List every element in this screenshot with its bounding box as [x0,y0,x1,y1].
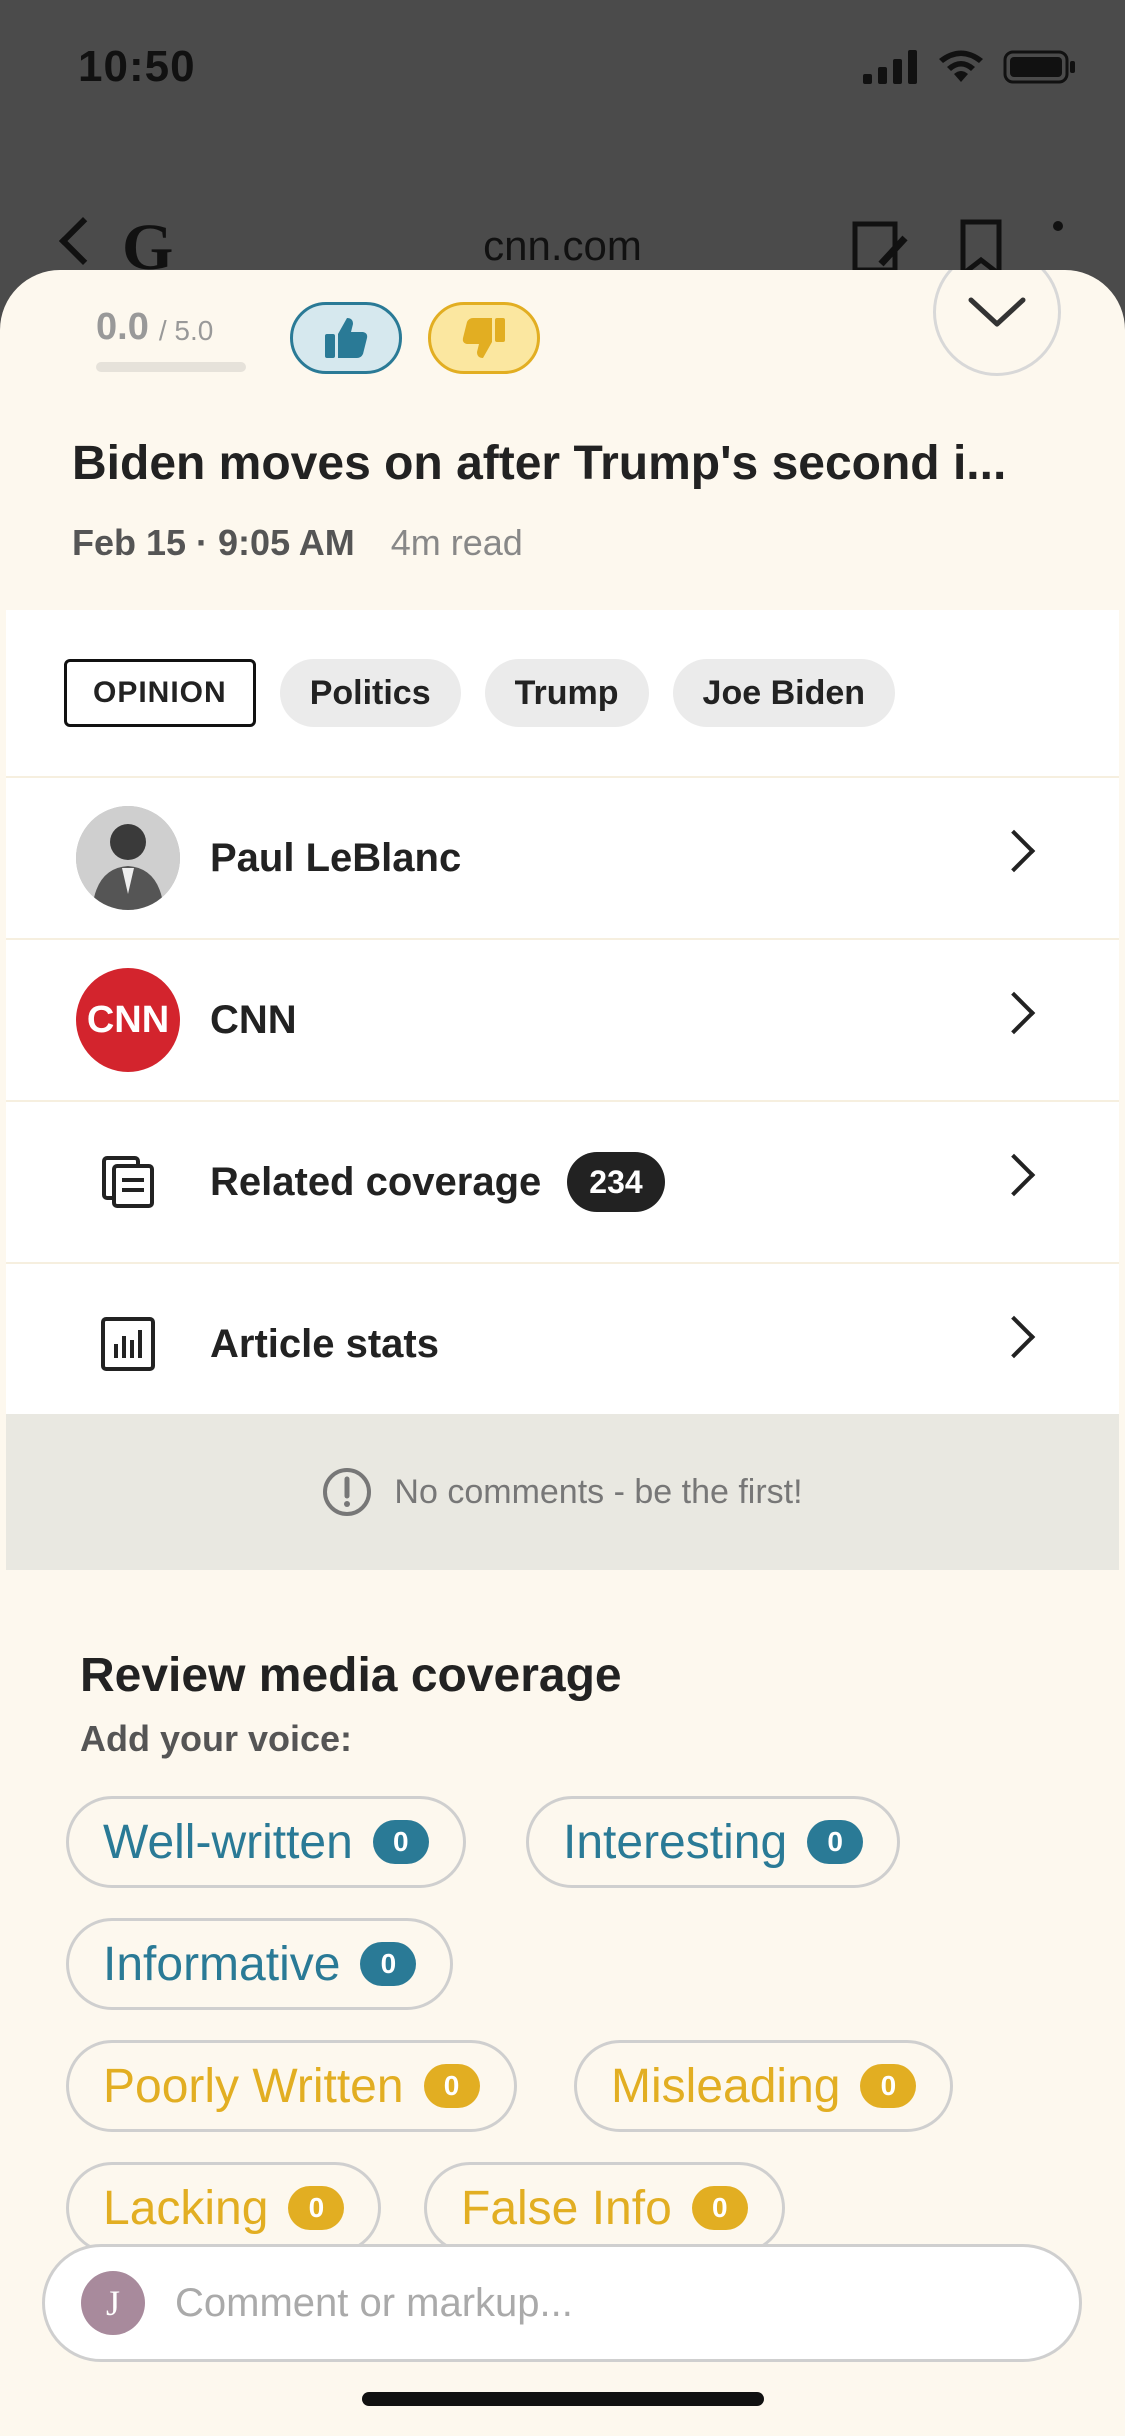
battery-icon [1003,50,1075,84]
cnn-logo: CNN [76,968,180,1072]
bookmark-icon [960,219,1002,278]
author-row[interactable]: Paul LeBlanc [6,778,1119,940]
rating: 0.0 / 5.0 [96,306,213,349]
no-comments-text: No comments - be the first! [394,1472,803,1511]
article-date: Feb 15 · 9:05 AM [72,522,355,563]
bar-chart-icon [76,1292,180,1396]
thumbs-down-button[interactable] [428,302,540,374]
no-comments-banner: No comments - be the first! [6,1414,1119,1570]
chevron-right-icon [992,1315,1036,1359]
chevron-right-icon [992,829,1036,873]
article-details: OPINION Politics Trump Joe Biden Paul Le… [6,610,1119,1426]
source-row[interactable]: CNN CNN [6,940,1119,1102]
author-name: Paul LeBlanc [210,835,462,880]
thumbs-up-icon [325,318,368,358]
chip-misleading[interactable]: Misleading 0 [574,2040,954,2132]
thumbs-up-button[interactable] [290,302,402,374]
tag-list: OPINION Politics Trump Joe Biden [6,610,1119,778]
comment-composer[interactable]: J [42,2244,1082,2362]
review-title: Review media coverage [80,1649,622,1702]
signal-icon [863,50,917,84]
chip-well-written[interactable]: Well-written 0 [66,1796,466,1888]
documents-icon [76,1130,180,1234]
chip-false-info[interactable]: False Info 0 [424,2162,785,2254]
chip-lacking[interactable]: Lacking 0 [66,2162,382,2254]
source-name: CNN [210,997,297,1042]
markup-icon [852,221,908,273]
chevron-down-icon [968,297,1026,327]
more-icon [1053,221,1063,231]
related-coverage-row[interactable]: Related coverage 234 [6,1102,1119,1264]
author-avatar [76,806,180,910]
rating-score: 0.0 [96,306,149,348]
article-meta: Feb 15 · 9:05 AM 4m read [72,522,523,564]
chevron-right-icon [992,991,1036,1035]
status-icons [863,50,1077,84]
collapse-button[interactable] [933,270,1061,376]
chevron-right-icon [992,1153,1036,1197]
article-stats-label: Article stats [210,1321,439,1366]
related-coverage-label: Related coverage [210,1159,542,1204]
review-subtitle: Add your voice: [80,1718,353,1759]
alert-icon [323,1468,372,1516]
home-indicator [362,2392,764,2406]
article-stats-row[interactable]: Article stats [6,1264,1119,1426]
user-avatar: J [81,2271,145,2335]
status-time: 10:50 [78,42,196,91]
wifi-icon [939,50,983,82]
tag-trump[interactable]: Trump [484,659,649,727]
chip-informative[interactable]: Informative 0 [66,1918,454,2010]
article-headline: Biden moves on after Trump's second i... [72,437,1007,490]
read-time: 4m read [390,522,523,563]
comment-input[interactable] [175,2280,1035,2326]
chip-interesting[interactable]: Interesting 0 [526,1796,901,1888]
rating-max: / 5.0 [158,314,214,346]
tag-politics[interactable]: Politics [279,659,461,727]
tag-joe-biden[interactable]: Joe Biden [672,659,896,727]
thumbs-down-icon [462,318,505,358]
tag-opinion[interactable]: OPINION [64,659,256,727]
article-sheet: 0.0 / 5.0 Biden moves on after Trump's s… [0,270,1125,2436]
rating-bar [96,362,246,372]
related-count-badge: 234 [567,1152,665,1212]
chip-poorly-written[interactable]: Poorly Written 0 [66,2040,517,2132]
